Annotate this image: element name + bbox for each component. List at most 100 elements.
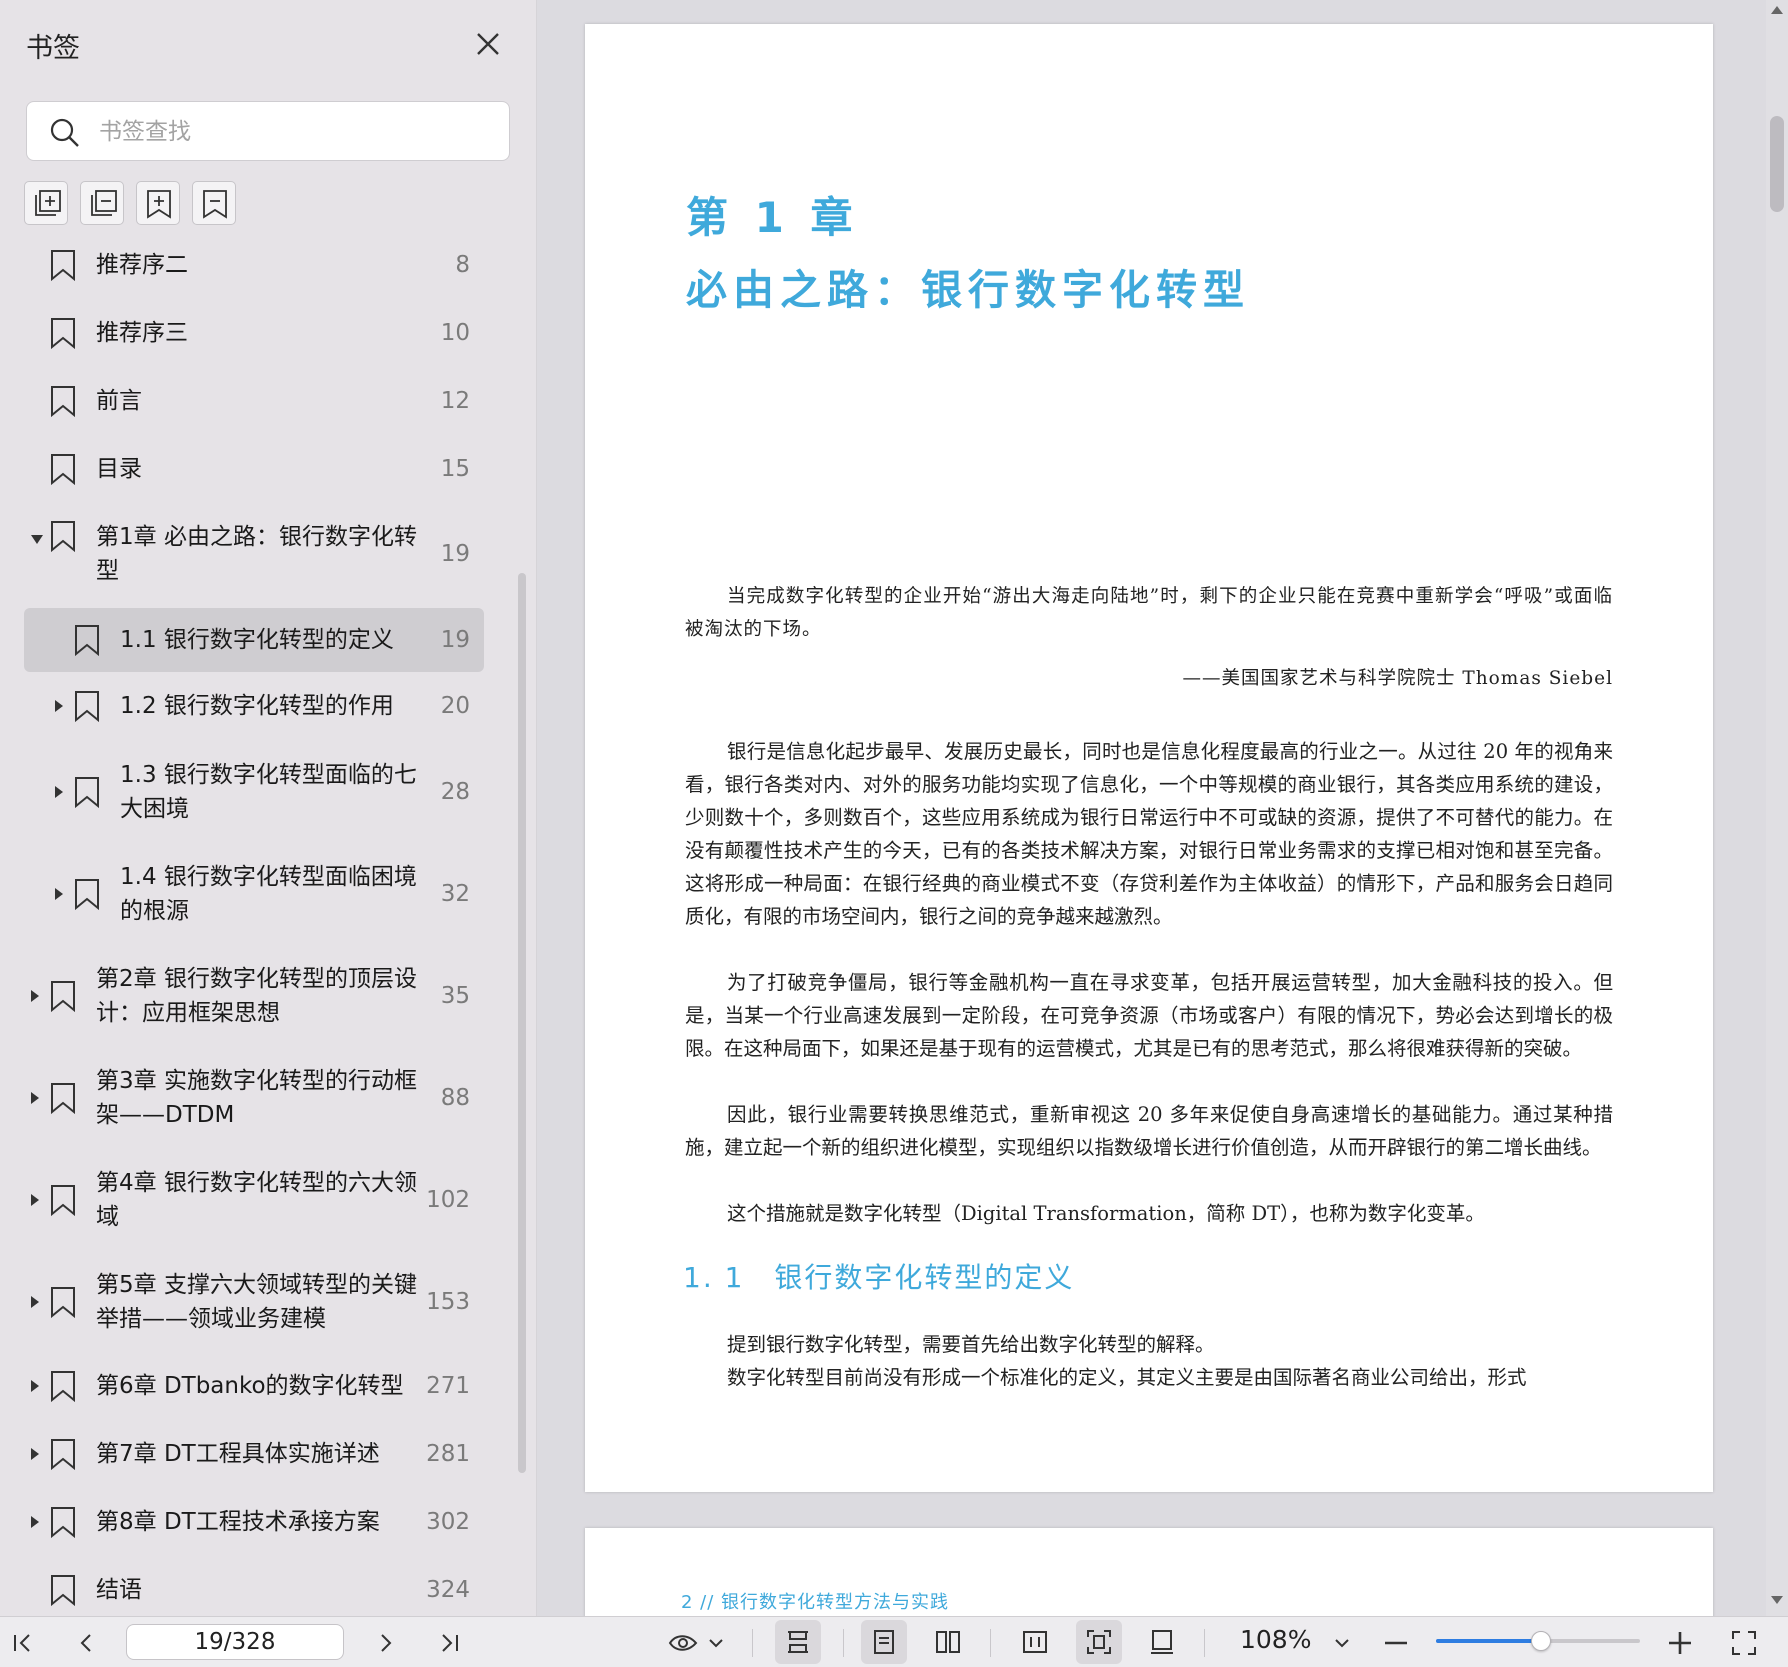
eye-view-mode-icon[interactable] <box>668 1629 702 1657</box>
continuous-scroll-button[interactable] <box>775 1620 821 1664</box>
collapsed-triangle-icon[interactable] <box>31 990 39 1002</box>
bookmark-item[interactable]: 推荐序三 10 <box>24 303 484 363</box>
collapsed-triangle-icon[interactable] <box>31 1380 39 1392</box>
document-page: 第 1 章 必由之路：银行数字化转型 当完成数字化转型的企业开始“游出大海走向陆… <box>585 24 1713 1492</box>
zoom-in-icon[interactable] <box>1666 1629 1694 1657</box>
bookmark-item[interactable]: 1.4 银行数字化转型面临困境的根源 32 <box>24 846 484 942</box>
bookmark-label: 前言 <box>96 388 142 414</box>
zoom-slider-knob[interactable] <box>1531 1631 1552 1651</box>
bookmark-page-number: 324 <box>426 1577 470 1603</box>
bookmark-item[interactable]: 第7章 DT工程具体实施详述 281 <box>24 1424 484 1484</box>
bookmark-page-number: 281 <box>426 1441 470 1467</box>
first-page-icon[interactable] <box>8 1629 36 1657</box>
remove-bookmark-button[interactable] <box>192 181 236 225</box>
epigraph-attribution: ——美国国家艺术与科学院院士 Thomas Siebel <box>1182 668 1613 689</box>
bookmark-item[interactable]: 第4章 银行数字化转型的六大领域 102 <box>24 1152 484 1248</box>
bookmark-item[interactable]: 目录 15 <box>24 439 484 499</box>
collapsed-triangle-icon[interactable] <box>31 1092 39 1104</box>
zoom-slider[interactable] <box>1436 1631 1640 1651</box>
bookmark-label: 第1章 必由之路：银行数字化转型 <box>96 524 417 584</box>
chapter-number: 第 1 章 <box>686 193 859 242</box>
collapsed-triangle-icon[interactable] <box>31 1194 39 1206</box>
document-page-next: 2 // 银行数字化转型方法与实践 <box>585 1528 1713 1616</box>
previous-page-icon[interactable] <box>72 1629 100 1657</box>
bookmark-item[interactable]: 第3章 实施数字化转型的行动框架——DTDM 88 <box>24 1050 484 1146</box>
bookmark-page-number: 102 <box>426 1187 470 1213</box>
collapsed-triangle-icon[interactable] <box>55 700 63 712</box>
bookmark-label: 第3章 实施数字化转型的行动框架——DTDM <box>96 1068 417 1128</box>
bookmark-icon <box>51 1575 75 1606</box>
collapsed-triangle-icon[interactable] <box>55 786 63 798</box>
bookmark-item[interactable]: 第6章 DTbanko的数字化转型 271 <box>24 1356 484 1416</box>
bookmark-page-number: 88 <box>440 1085 470 1111</box>
bookmark-page-number: 302 <box>426 1509 470 1535</box>
collapsed-triangle-icon[interactable] <box>31 1516 39 1528</box>
bookmark-item[interactable]: 1.3 银行数字化转型面临的七大困境 28 <box>24 744 484 840</box>
bookmark-icon <box>51 318 75 349</box>
bookmark-label: 1.3 银行数字化转型面临的七大困境 <box>120 762 417 822</box>
collapsed-triangle-icon[interactable] <box>31 1448 39 1460</box>
bookmark-item[interactable]: 第2章 银行数字化转型的顶层设计：应用框架思想 35 <box>24 948 484 1044</box>
zoom-out-icon[interactable] <box>1382 1629 1410 1657</box>
bookmark-page-number: 20 <box>440 693 470 719</box>
fit-width-icon <box>1023 1631 1047 1653</box>
bookmark-page-number: 15 <box>440 456 470 482</box>
bookmark-item[interactable]: 1.2 银行数字化转型的作用 20 <box>24 676 484 736</box>
fit-page-button[interactable] <box>1076 1620 1122 1664</box>
bookmark-item[interactable]: 推荐序二 8 <box>24 235 484 295</box>
two-page-icon <box>936 1631 960 1653</box>
bookmark-item[interactable]: 第5章 支撑六大领域转型的关键举措——领域业务建模 153 <box>24 1254 484 1350</box>
divider <box>843 1629 844 1657</box>
fullscreen-icon[interactable] <box>1730 1629 1758 1657</box>
bookmark-search-box[interactable] <box>26 101 510 161</box>
bookmark-item[interactable]: 第1章 必由之路：银行数字化转型 19 <box>24 506 484 602</box>
bookmark-label: 第8章 DT工程技术承接方案 <box>96 1509 380 1535</box>
body-paragraph: 因此，银行业需要转换思维范式，重新审视这 20 多年来促使自身高速增长的基础能力… <box>685 1103 1613 1159</box>
collapsed-triangle-icon[interactable] <box>31 1296 39 1308</box>
bookmark-page-number: 35 <box>440 983 470 1009</box>
bookmark-page-number: 12 <box>440 388 470 414</box>
next-page-icon[interactable] <box>372 1629 400 1657</box>
scrollbar-thumb[interactable] <box>1770 116 1784 212</box>
epigraph: 当完成数字化转型的企业开始“游出大海走向陆地”时，剩下的企业只能在竞赛中重新学会… <box>685 586 1613 640</box>
bookmark-page-number: 8 <box>455 252 470 278</box>
bookmark-page-number: 32 <box>440 881 470 907</box>
single-page-icon <box>874 1630 894 1654</box>
bookmark-scrollbar[interactable] <box>518 573 526 1473</box>
actual-size-button[interactable] <box>1139 1620 1185 1664</box>
bookmark-label: 第6章 DTbanko的数字化转型 <box>96 1373 404 1399</box>
scroll-up-arrow-icon[interactable] <box>1771 6 1783 14</box>
bookmark-item[interactable]: 1.1 银行数字化转型的定义 19 <box>24 608 484 672</box>
bookmark-page-number: 19 <box>440 541 470 567</box>
expand-all-button[interactable] <box>24 181 68 225</box>
bookmark-search-input[interactable] <box>97 112 491 152</box>
zoom-dropdown-chevron-icon[interactable] <box>1330 1629 1354 1657</box>
bookmark-item[interactable]: 前言 12 <box>24 371 484 431</box>
close-icon[interactable] <box>472 28 504 60</box>
bookmark-icon <box>51 981 75 1012</box>
chapter-title: 必由之路：银行数字化转型 <box>686 266 1250 314</box>
single-page-button[interactable] <box>861 1620 907 1664</box>
expanded-triangle-icon[interactable] <box>31 535 43 544</box>
bookmark-icon <box>75 879 99 910</box>
divider <box>1204 1629 1205 1657</box>
bookmark-label: 推荐序二 <box>96 252 188 278</box>
document-scrollbar[interactable] <box>1766 0 1788 1616</box>
bookmark-icon <box>75 625 99 656</box>
collapsed-triangle-icon[interactable] <box>55 888 63 900</box>
page-number-input[interactable] <box>126 1624 344 1660</box>
bookmark-label: 1.1 银行数字化转型的定义 <box>120 627 394 653</box>
chevron-down-icon[interactable] <box>706 1629 726 1657</box>
scroll-down-arrow-icon[interactable] <box>1771 1596 1783 1604</box>
bookmark-item[interactable]: 结语 324 <box>24 1560 484 1616</box>
bookmark-item[interactable]: 第8章 DT工程技术承接方案 302 <box>24 1492 484 1552</box>
collapse-all-button[interactable] <box>80 181 124 225</box>
two-page-button[interactable] <box>925 1620 971 1664</box>
bookmark-label: 1.4 银行数字化转型面临困境的根源 <box>120 864 417 924</box>
add-bookmark-button[interactable] <box>136 181 180 225</box>
bookmark-panel: 书签 推荐序二8推荐序三10前言1 <box>0 0 537 1616</box>
last-page-icon[interactable] <box>436 1629 464 1657</box>
fit-width-button[interactable] <box>1012 1620 1058 1664</box>
running-header: 2 // 银行数字化转型方法与实践 <box>681 1592 950 1613</box>
zoom-level[interactable]: 108% <box>1240 1625 1311 1654</box>
